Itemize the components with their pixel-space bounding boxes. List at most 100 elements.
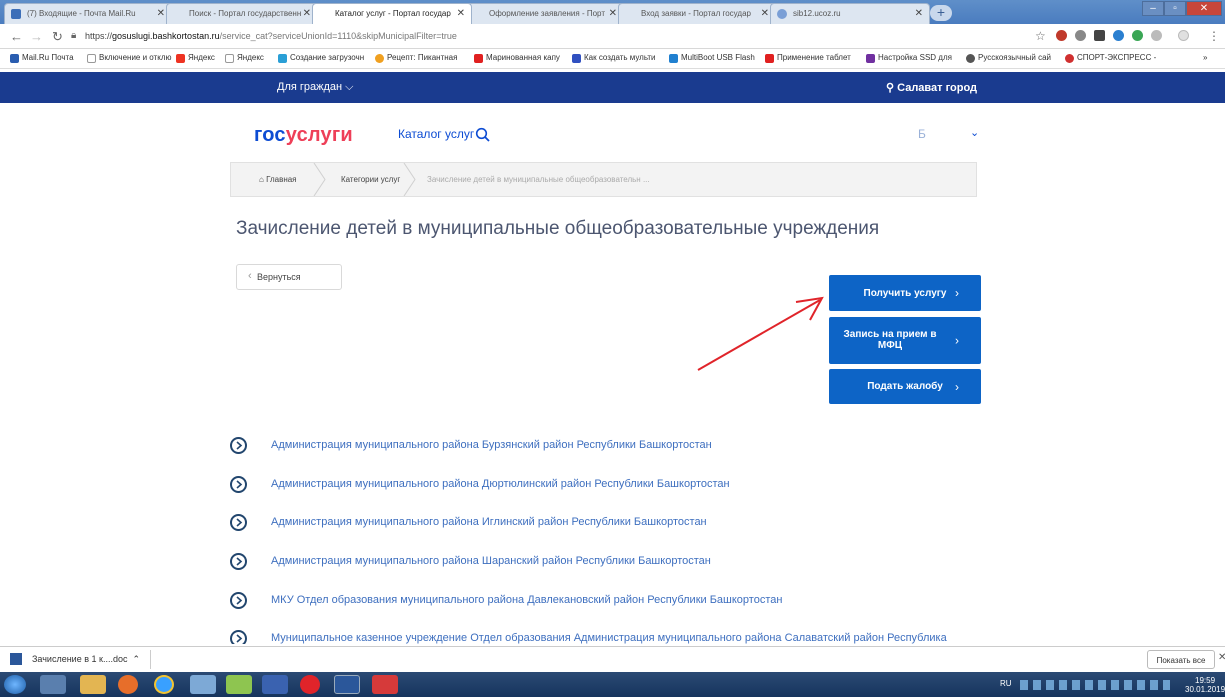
get-service-button[interactable]: Получить услугу › — [829, 275, 981, 311]
organization-link[interactable]: Администрация муниципального района Игли… — [271, 516, 707, 528]
back-button[interactable]: ‹ Вернуться — [236, 264, 342, 290]
browser-tab[interactable]: Поиск - Портал государственн ✕ — [166, 3, 318, 24]
list-item[interactable]: Администрация муниципального района Дюрт… — [230, 474, 970, 496]
get-service-label: Получить услугу — [863, 288, 947, 299]
bookmark-item[interactable]: Русскоязычный сай — [966, 53, 1051, 63]
chevron-circle-icon — [230, 514, 247, 531]
breadcrumb-home[interactable]: ⌂ Главная — [259, 175, 297, 184]
star-icon[interactable]: ☆ — [1035, 29, 1046, 43]
close-icon[interactable]: ✕ — [157, 8, 165, 19]
bookmark-item[interactable]: Яндекс — [176, 53, 215, 63]
browser-tab[interactable]: Вход заявки - Портал государ ✕ — [618, 3, 776, 24]
extension-icon[interactable] — [1056, 30, 1067, 41]
bookmark-item[interactable]: Маринованная капу — [474, 53, 560, 63]
bookmark-item[interactable]: СПОРТ-ЭКСПРЕСС - — [1065, 53, 1156, 63]
firefox-icon[interactable] — [118, 675, 138, 694]
bookmark-item[interactable]: Включение и отклю — [87, 53, 172, 63]
organization-link[interactable]: Администрация муниципального района Шара… — [271, 555, 711, 567]
close-icon[interactable]: ✕ — [761, 8, 769, 19]
breadcrumb-categories[interactable]: Категории услуг — [341, 175, 400, 184]
bookmark-item[interactable]: Применение таблет — [765, 53, 851, 63]
list-item[interactable]: Администрация муниципального района Шара… — [230, 551, 970, 573]
bookmark-label: Включение и отклю — [99, 53, 172, 62]
yandex-icon — [176, 54, 185, 63]
bookmark-item[interactable]: MultiBoot USB Flash — [669, 53, 755, 63]
close-icon[interactable]: ✕ — [1218, 652, 1225, 663]
bookmark-item[interactable]: Mail.Ru Почта — [10, 53, 74, 63]
minimize-button[interactable]: – — [1142, 1, 1164, 16]
list-item[interactable]: Муниципальное казенное учреждение Отдел … — [230, 628, 970, 644]
opera-icon[interactable] — [300, 675, 320, 694]
bookmark-item[interactable]: Настройка SSD для — [866, 53, 952, 63]
reload-icon[interactable]: ↻ — [52, 29, 63, 45]
bookmark-item[interactable]: Рецепт: Пикантная — [375, 53, 457, 63]
new-tab-button[interactable]: + — [930, 5, 952, 21]
browser-tab[interactable]: Оформление заявления - Порт ✕ — [466, 3, 624, 24]
citizens-menu[interactable]: Для граждан ⌵ — [277, 81, 354, 94]
organization-link[interactable]: МКУ Отдел образования муниципального рай… — [271, 594, 782, 606]
organization-link[interactable]: Муниципальное казенное учреждение Отдел … — [271, 632, 947, 644]
close-icon[interactable]: ✕ — [457, 8, 465, 19]
list-item[interactable]: Администрация муниципального района Игли… — [230, 512, 970, 534]
organization-link[interactable]: Администрация муниципального района Бурз… — [271, 439, 712, 451]
list-item[interactable]: МКУ Отдел образования муниципального рай… — [230, 590, 970, 612]
chrome-icon[interactable] — [154, 675, 174, 694]
chevron-down-icon[interactable]: ⌄ — [970, 126, 979, 139]
chevron-up-icon[interactable]: ⌃ — [130, 654, 140, 664]
url-field[interactable]: https://gosuslugi.bashkortostan.ru/servi… — [85, 31, 457, 41]
page-title: Зачисление детей в муниципальные общеобр… — [236, 218, 880, 239]
appointment-label-line1: Запись на прием в — [843, 329, 937, 340]
chevron-right-icon: › — [955, 286, 959, 300]
back-arrow-icon[interactable]: ← — [10, 29, 23, 44]
show-all-downloads-button[interactable]: Показать все — [1147, 650, 1215, 669]
extension-icon[interactable] — [1132, 30, 1143, 41]
forward-arrow-icon[interactable]: → — [30, 29, 43, 44]
user-initial[interactable]: Б — [918, 127, 926, 141]
clock[interactable]: 19:59 30.01.2019 — [1185, 676, 1225, 694]
search-icon[interactable] — [475, 127, 491, 143]
taskbar-app-icon[interactable] — [40, 675, 66, 694]
taskbar-app-icon[interactable] — [262, 675, 288, 694]
url-protocol: https:// — [85, 31, 113, 41]
taskbar-app-icon[interactable] — [372, 675, 398, 694]
extension-icon[interactable] — [1094, 30, 1105, 41]
close-icon[interactable]: ✕ — [915, 8, 923, 19]
extension-icon[interactable] — [1113, 30, 1124, 41]
language-indicator[interactable]: RU — [1000, 679, 1012, 688]
downloaded-file[interactable]: Зачисление в 1 к....doc ⌃ — [10, 653, 140, 665]
bookmark-icon — [669, 54, 678, 63]
extension-icon[interactable] — [1151, 30, 1162, 41]
system-tray-icons[interactable] — [1020, 680, 1170, 690]
bookmarks-overflow-icon[interactable]: » — [1203, 53, 1207, 62]
bookmark-item[interactable]: Как создать мульти — [572, 53, 656, 63]
close-icon[interactable]: ✕ — [609, 8, 617, 19]
bookmark-item[interactable]: Яндекс — [225, 53, 264, 63]
list-item[interactable]: Администрация муниципального района Бурз… — [230, 435, 970, 457]
city-selector[interactable]: ⚲ Салават город — [886, 81, 977, 94]
catalog-link[interactable]: Каталог услуг — [398, 127, 474, 141]
window-close-button[interactable]: ✕ — [1186, 1, 1222, 16]
close-icon[interactable]: ✕ — [303, 8, 311, 19]
breadcrumb-separator-icon — [403, 163, 416, 196]
complaint-button[interactable]: Подать жалобу › — [829, 369, 981, 404]
browser-tab[interactable]: (7) Входящие - Почта Mail.Ru ✕ — [4, 3, 172, 24]
maximize-button[interactable]: ▫ — [1164, 1, 1186, 16]
browser-tab[interactable]: sib12.ucoz.ru ✕ — [770, 3, 930, 24]
mfc-appointment-button[interactable]: Запись на прием в МФЦ › — [829, 317, 981, 364]
profile-icon[interactable] — [1178, 30, 1189, 41]
browser-tab-active[interactable]: Каталог услуг - Портал государ ✕ — [312, 3, 472, 24]
menu-dots-icon[interactable]: ⋮ — [1208, 29, 1220, 43]
taskbar-app-icon[interactable] — [226, 675, 252, 694]
start-button[interactable] — [4, 675, 26, 694]
word-icon[interactable] — [334, 675, 360, 694]
taskbar-app-icon[interactable] — [190, 675, 216, 694]
organization-link[interactable]: Администрация муниципального района Дюрт… — [271, 478, 730, 490]
tab-label: Вход заявки - Портал государ — [641, 9, 751, 18]
home-icon: ⌂ — [259, 175, 267, 184]
gosuslugi-logo[interactable]: госуслуги — [254, 124, 353, 147]
extension-icon[interactable] — [1075, 30, 1086, 41]
bookmark-item[interactable]: Создание загрузочн — [278, 53, 364, 63]
explorer-icon[interactable] — [80, 675, 106, 694]
back-button-label: Вернуться — [257, 272, 301, 282]
bookmark-label: Как создать мульти — [584, 53, 656, 62]
